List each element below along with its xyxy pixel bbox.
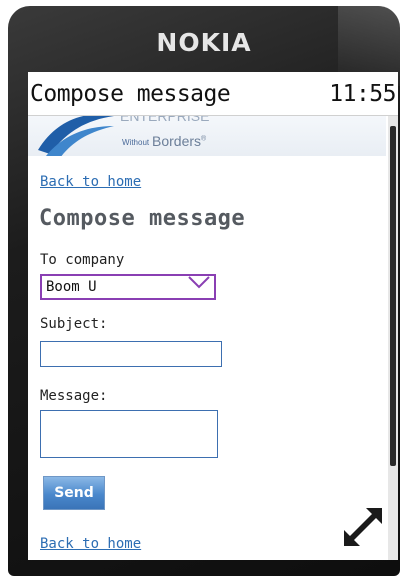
page-heading: Compose message	[39, 206, 246, 231]
scrollbar[interactable]	[388, 116, 398, 560]
chevron-down-icon	[188, 276, 210, 289]
message-textarea[interactable]	[40, 410, 218, 458]
to-company-label: To company	[40, 252, 125, 268]
phone-screen: Compose message 11:55 ENTERPRISE Without…	[28, 72, 398, 560]
banner-tag-small: Without	[122, 138, 150, 147]
page-content: ENTERPRISE Without Borders® Back to home…	[28, 116, 386, 560]
banner-tag-big: Borders®	[152, 133, 207, 149]
back-to-home-link-bottom[interactable]: Back to home	[40, 536, 141, 552]
resize-arrows-icon[interactable]	[340, 504, 386, 550]
device-brand: NOKIA	[156, 28, 252, 57]
phone-frame: NOKIA Compose message 11:55 ENTERPRISE W…	[8, 6, 400, 576]
enterprise-banner: ENTERPRISE Without Borders®	[28, 116, 386, 156]
back-to-home-link-top[interactable]: Back to home	[40, 174, 141, 190]
window-title: Compose message	[30, 80, 231, 107]
title-bar: Compose message 11:55	[28, 72, 398, 116]
clock: 11:55	[329, 80, 396, 107]
subject-input[interactable]	[40, 341, 222, 367]
banner-tag-top: ENTERPRISE	[120, 116, 210, 124]
send-button[interactable]: Send	[43, 476, 105, 510]
subject-label: Subject:	[40, 316, 108, 332]
to-company-value: Boom U	[46, 279, 97, 295]
scrollbar-thumb[interactable]	[390, 126, 396, 466]
logo-swoosh-icon	[38, 116, 114, 156]
to-company-select[interactable]: Boom U	[40, 274, 216, 300]
message-label: Message:	[40, 388, 108, 404]
